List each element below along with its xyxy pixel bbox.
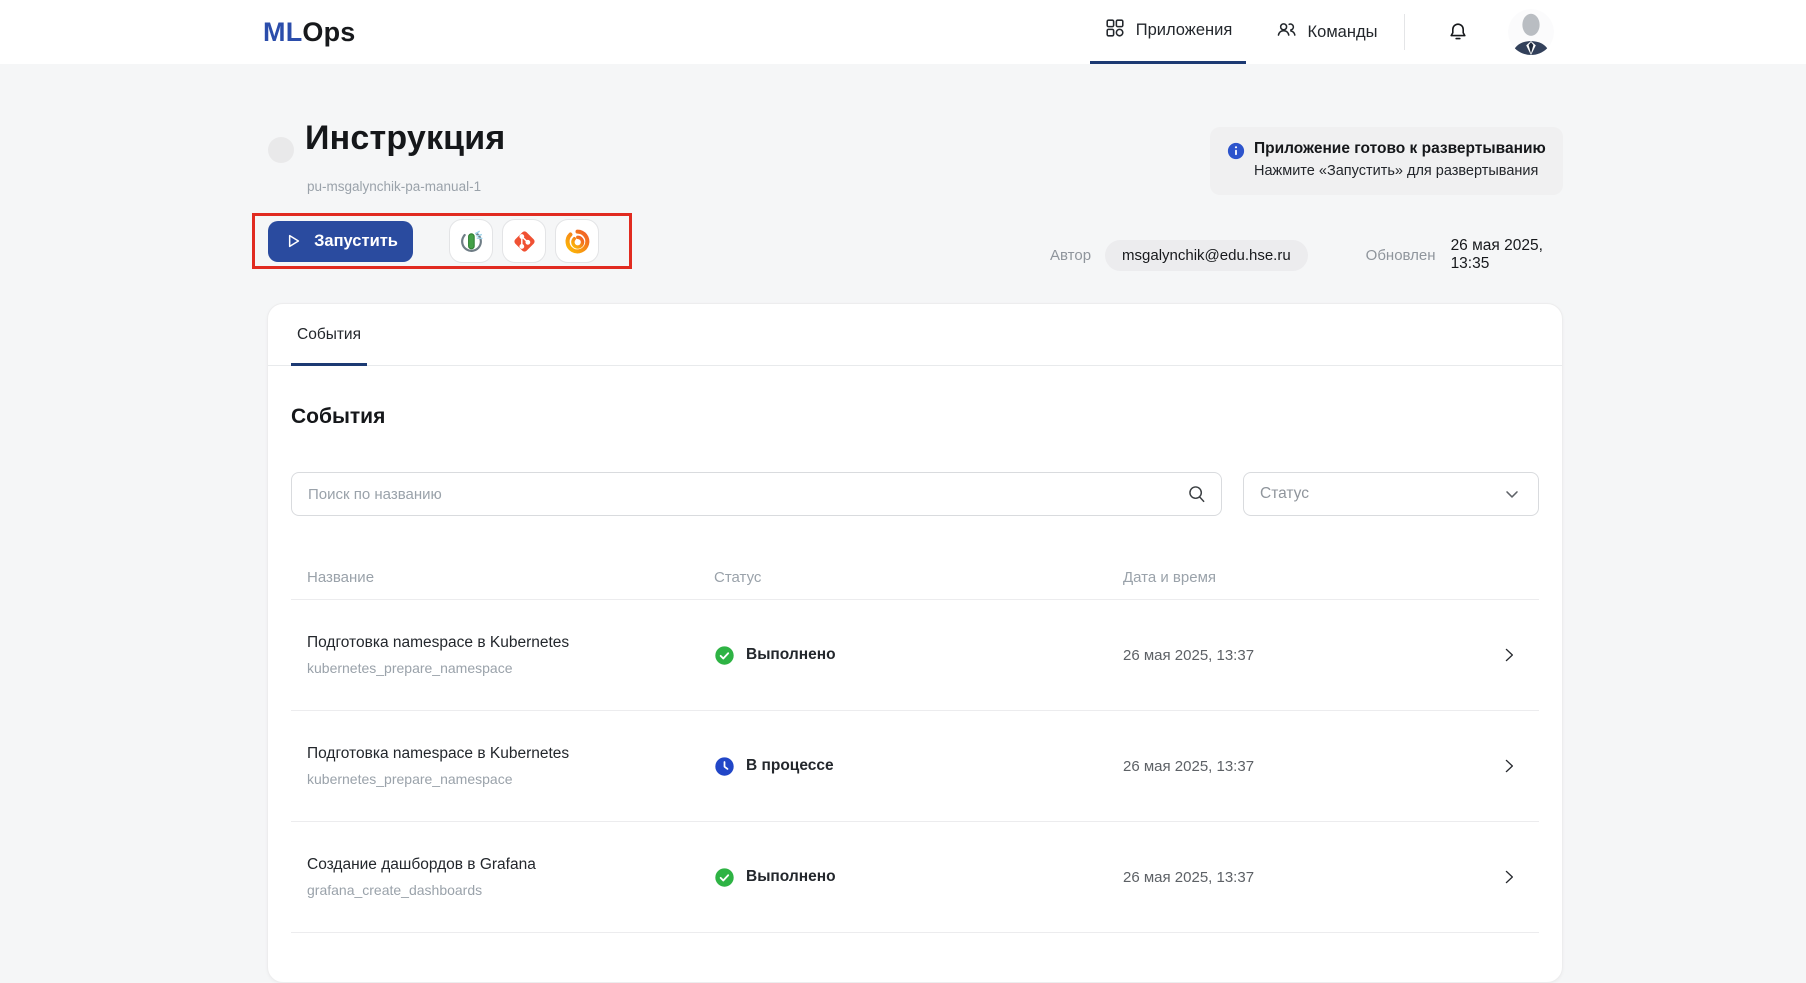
tabs-row: События — [268, 304, 1562, 366]
git-icon — [511, 228, 538, 255]
top-navbar: MLOps Приложения — [0, 0, 1806, 64]
events-table-header: Название Статус Дата и время — [291, 556, 1539, 600]
event-status-cell: В процессе — [714, 756, 1123, 777]
nav-item-applications[interactable]: Приложения — [1090, 0, 1246, 64]
updated-label: Обновлен — [1366, 247, 1436, 264]
nav-item-label: Команды — [1308, 23, 1378, 42]
author-label: Автор — [1050, 247, 1091, 264]
page-subtitle: pu-msgalynchik-pa-manual-1 — [307, 179, 481, 194]
events-heading: События — [291, 405, 1539, 429]
column-header-name: Название — [291, 569, 714, 586]
app-root: MLOps Приложения — [0, 0, 1806, 936]
status-filter-select[interactable]: Статус — [1243, 472, 1539, 516]
banner-subtitle: Нажмите «Запустить» для развертывания — [1254, 163, 1546, 179]
service-buttons-group — [449, 219, 599, 263]
event-title: Подготовка namespace в Kubernetes — [307, 634, 714, 652]
event-datetime: 26 мая 2025, 13:37 — [1123, 758, 1491, 775]
info-icon — [1227, 140, 1245, 195]
git-button[interactable] — [502, 219, 546, 263]
deploy-service-button[interactable] — [449, 219, 493, 263]
chevron-down-icon — [1502, 484, 1522, 504]
updated-value: 26 мая 2025, 13:35 — [1451, 237, 1563, 273]
check-circle-icon — [714, 867, 735, 888]
events-table-body: Подготовка namespace в Kubernetes kubern… — [291, 600, 1539, 933]
teams-people-icon — [1275, 18, 1298, 46]
status-filter-label: Статус — [1260, 485, 1309, 503]
event-datetime: 26 мая 2025, 13:37 — [1123, 869, 1491, 886]
chevron-right-icon[interactable] — [1491, 748, 1527, 784]
table-row[interactable]: Подготовка namespace в Kubernetes kubern… — [291, 711, 1539, 822]
table-row[interactable]: Создание дашбордов в Grafana grafana_cre… — [291, 822, 1539, 933]
nav-item-label: Приложения — [1136, 21, 1233, 40]
run-button-label: Запустить — [314, 232, 398, 251]
deploy-actions-highlight-box: Запустить — [252, 213, 632, 269]
event-code: kubernetes_prepare_namespace — [307, 771, 714, 787]
page-title: Инструкция — [305, 119, 505, 158]
logo-ml: ML — [263, 17, 302, 48]
events-card: События События Статус — [267, 303, 1563, 983]
grafana-icon — [564, 228, 591, 255]
run-button[interactable]: Запустить — [268, 221, 413, 262]
header-divider — [1404, 14, 1405, 50]
events-table: Название Статус Дата и время Подготовка … — [291, 556, 1539, 933]
event-code: grafana_create_dashboards — [307, 882, 714, 898]
notifications-bell-icon[interactable] — [1436, 10, 1480, 54]
status-badge — [714, 645, 735, 666]
event-datetime: 26 мая 2025, 13:37 — [1123, 647, 1491, 664]
event-name-cell: Подготовка namespace в Kubernetes kubern… — [291, 745, 714, 787]
event-status-label: Выполнено — [746, 868, 836, 886]
deploy-service-icon — [458, 228, 485, 255]
clock-icon — [714, 756, 735, 777]
app-logo[interactable]: MLOps — [263, 0, 356, 64]
search-icon[interactable] — [1186, 483, 1208, 510]
event-status-label: В процессе — [746, 757, 834, 775]
event-name-cell: Подготовка namespace в Kubernetes kubern… — [291, 634, 714, 676]
event-title: Подготовка namespace в Kubernetes — [307, 745, 714, 763]
nav-item-teams[interactable]: Команды — [1262, 0, 1390, 64]
play-icon — [283, 231, 303, 251]
banner-title: Приложение готово к развертыванию — [1254, 140, 1546, 158]
event-name-cell: Создание дашбордов в Grafana grafana_cre… — [291, 856, 714, 898]
deployment-info-banner: Приложение готово к развертыванию Нажмит… — [1210, 127, 1563, 195]
user-avatar[interactable] — [1508, 9, 1554, 55]
event-code: kubernetes_prepare_namespace — [307, 660, 714, 676]
column-header-status: Статус — [714, 569, 1123, 586]
event-status-cell: Выполнено — [714, 645, 1123, 666]
author-chip[interactable]: msgalynchik@edu.hse.ru — [1105, 240, 1308, 271]
logo-ops: Ops — [302, 17, 355, 48]
filters-row: Статус — [291, 472, 1539, 516]
column-header-datetime: Дата и время — [1123, 569, 1491, 586]
event-status-cell: Выполнено — [714, 867, 1123, 888]
check-circle-icon — [714, 645, 735, 666]
apps-grid-icon — [1104, 17, 1126, 44]
grafana-button[interactable] — [555, 219, 599, 263]
event-title: Создание дашбордов в Grafana — [307, 856, 714, 874]
status-badge — [714, 756, 735, 777]
tab-events[interactable]: События — [291, 304, 367, 365]
meta-row: Автор msgalynchik@edu.hse.ru Обновлен 26… — [1050, 238, 1563, 272]
search-box — [291, 472, 1222, 516]
search-input[interactable] — [291, 472, 1222, 516]
app-status-dot — [268, 137, 294, 163]
event-status-label: Выполнено — [746, 646, 836, 664]
chevron-right-icon[interactable] — [1491, 859, 1527, 895]
table-row[interactable]: Подготовка namespace в Kubernetes kubern… — [291, 600, 1539, 711]
status-badge — [714, 867, 735, 888]
chevron-right-icon[interactable] — [1491, 637, 1527, 673]
